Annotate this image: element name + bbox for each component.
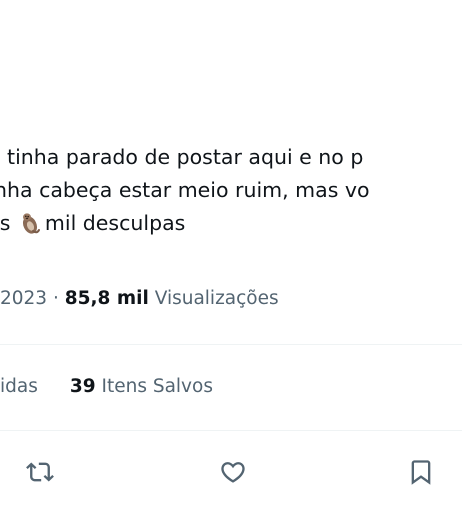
tweet-text-line-3-prefix: is: [0, 211, 11, 235]
tweet-text-line-3: is mil desculpas: [0, 207, 462, 240]
retweet-button[interactable]: [20, 452, 60, 492]
tweet-text-line-2: nha cabeça estar meio ruim, mas vo: [0, 178, 370, 202]
divider-top: [0, 344, 462, 345]
bookmark-icon: [411, 460, 431, 485]
saved-count: 39: [69, 376, 96, 397]
tweet-meta: 2023 · 85,8 mil Visualizações: [0, 286, 279, 312]
like-button[interactable]: [213, 452, 253, 492]
saved-stat[interactable]: 39 Itens Salvos: [70, 376, 213, 397]
divider-bottom: [0, 430, 462, 431]
tweet-text-line-1: , tinha parado de postar aqui e no p: [0, 145, 364, 169]
tweet-text-line-3-suffix: mil desculpas: [44, 211, 186, 235]
otter-emoji-icon: [19, 211, 41, 235]
meta-separator: ·: [52, 288, 59, 309]
heart-icon: [221, 462, 245, 483]
retweet-icon: [26, 462, 54, 482]
tweet-date[interactable]: 2023: [0, 288, 47, 309]
saved-label: Itens Salvos: [101, 376, 213, 397]
views-count: 85,8 mil: [64, 288, 149, 309]
bookmark-button[interactable]: [401, 452, 441, 492]
tweet-stats: idas 39 Itens Salvos: [0, 374, 213, 400]
views-label: Visualizações: [154, 288, 279, 309]
tweet-text: , tinha parado de postar aqui e no p nha…: [0, 141, 462, 240]
stat-partial-label[interactable]: idas: [0, 376, 38, 397]
